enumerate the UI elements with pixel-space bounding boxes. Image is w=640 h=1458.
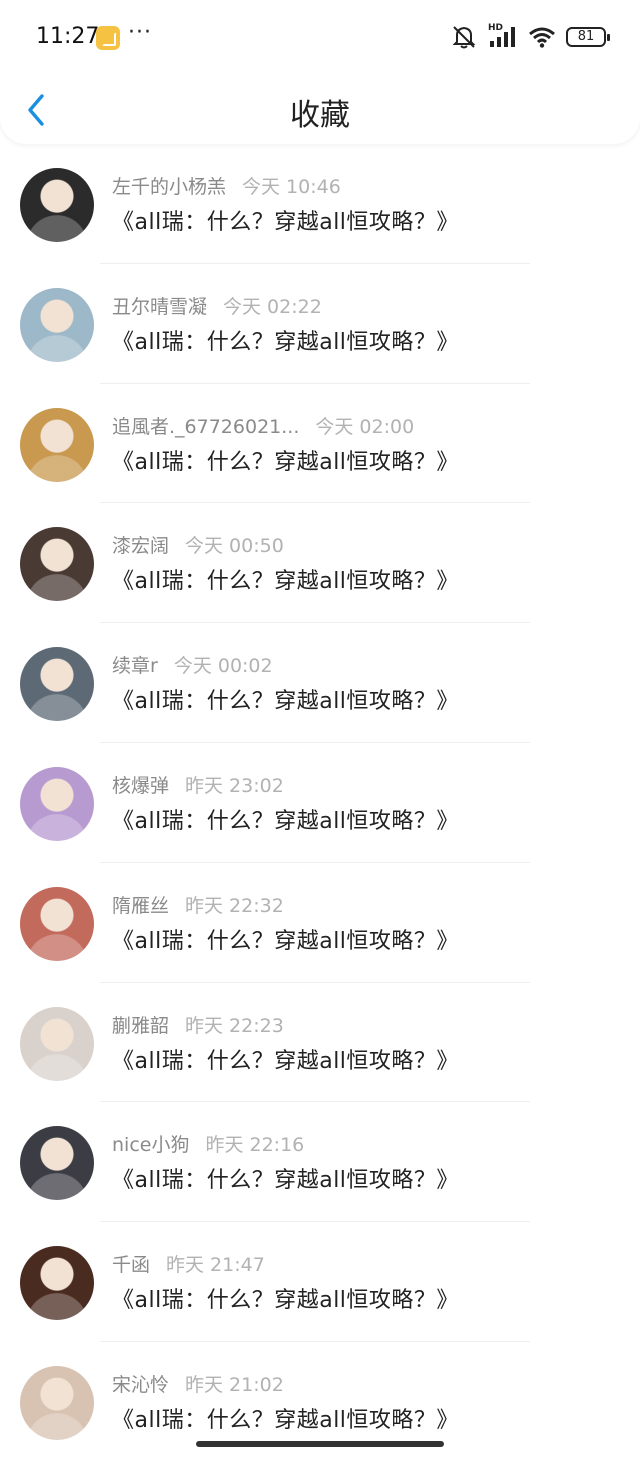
notification-app-icon xyxy=(96,26,120,50)
message-text: 《all瑞：什么？穿越all恒攻略？》 xyxy=(112,1048,459,1074)
favorites-list: 左千的小杨羔 今天 10:46 《all瑞：什么？穿越all恒攻略？》 丑尔晴雪凝 今天… xyxy=(0,144,640,1458)
avatar[interactable] xyxy=(20,766,94,841)
avatar[interactable] xyxy=(20,287,94,362)
battery-icon: 81 xyxy=(566,27,610,47)
timestamp: 今天 02:00 xyxy=(315,415,415,438)
list-item[interactable]: 左千的小杨羔 今天 10:46 《all瑞：什么？穿越all恒攻略？》 xyxy=(0,144,640,264)
sender-name: 蒯雅韶 昨天 22:23 xyxy=(112,1011,284,1038)
avatar[interactable] xyxy=(20,886,94,961)
wifi-icon xyxy=(529,27,555,48)
timestamp: 昨天 22:23 xyxy=(185,1014,284,1037)
more-notifications-icon: ··· xyxy=(128,20,152,45)
sender-name: 核爆弹 昨天 23:02 xyxy=(112,771,284,798)
avatar[interactable] xyxy=(20,1365,94,1440)
status-time: 11:27 xyxy=(36,24,100,49)
message-text: 《all瑞：什么？穿越all恒攻略？》 xyxy=(112,808,459,834)
message-text: 《all瑞：什么？穿越all恒攻略？》 xyxy=(112,210,459,235)
top-bar: 11:27 ··· HD 81 收藏 xyxy=(0,0,640,144)
avatar[interactable] xyxy=(20,168,94,242)
avatar[interactable] xyxy=(20,527,94,602)
timestamp: 今天 02:22 xyxy=(223,295,322,318)
message-text: 《all瑞：什么？穿越all恒攻略？》 xyxy=(112,689,459,715)
sender-name: 丑尔晴雪凝 今天 02:22 xyxy=(112,292,322,319)
sender-name: 宋沁怜 昨天 21:02 xyxy=(112,1370,284,1397)
status-icons: HD 81 xyxy=(450,23,610,50)
sender-name: 续章r 今天 00:02 xyxy=(112,651,273,678)
message-text: 《all瑞：什么？穿越all恒攻略？》 xyxy=(112,1288,459,1314)
list-item[interactable]: 隋雁丝 昨天 22:32 《all瑞：什么？穿越all恒攻略？》 xyxy=(0,863,640,983)
message-text: 《all瑞：什么？穿越all恒攻略？》 xyxy=(112,329,459,355)
list-item[interactable]: 千函 昨天 21:47 《all瑞：什么？穿越all恒攻略？》 xyxy=(0,1222,640,1342)
sender-name-text: 隋雁丝 xyxy=(112,894,170,917)
message-text: 《all瑞：什么？穿越all恒攻略？》 xyxy=(112,1407,459,1433)
sender-name-text: 核爆弹 xyxy=(112,774,170,797)
signal-icon: HD xyxy=(488,23,518,49)
list-item[interactable]: 丑尔晴雪凝 今天 02:22 《all瑞：什么？穿越all恒攻略？》 xyxy=(0,264,640,384)
message-text: 《all瑞：什么？穿越all恒攻略？》 xyxy=(112,928,459,954)
sender-name: 漆宏阔 今天 00:50 xyxy=(112,531,284,558)
mute-bell-icon xyxy=(452,26,476,49)
avatar[interactable] xyxy=(20,647,94,722)
sender-name: 追風者._67726021... 今天 02:00 xyxy=(112,412,414,439)
message-text: 《all瑞：什么？穿越all恒攻略？》 xyxy=(112,1168,459,1194)
timestamp: 今天 00:50 xyxy=(185,535,284,558)
sender-name-text: 蒯雅韶 xyxy=(112,1014,170,1037)
list-item[interactable]: 漆宏阔 今天 00:50 《all瑞：什么？穿越all恒攻略？》 xyxy=(0,503,640,624)
message-text: 《all瑞：什么？穿越all恒攻略？》 xyxy=(112,449,459,475)
avatar[interactable] xyxy=(20,407,94,482)
home-indicator[interactable] xyxy=(196,1441,444,1447)
list-item[interactable]: 追風者._67726021... 今天 02:00 《all瑞：什么？穿越all恒攻… xyxy=(0,384,640,504)
sender-name: 千函 昨天 21:47 xyxy=(112,1250,265,1277)
sender-name-text: 丑尔晴雪凝 xyxy=(112,295,208,318)
list-item[interactable]: 续章r 今天 00:02 《all瑞：什么？穿越all恒攻略？》 xyxy=(0,623,640,743)
timestamp: 今天 00:02 xyxy=(173,655,273,678)
timestamp: 昨天 22:16 xyxy=(205,1134,305,1157)
status-bar: 11:27 ··· HD 81 xyxy=(0,0,640,76)
sender-name-text: 宋沁怜 xyxy=(112,1373,170,1396)
sender-name-text: 左千的小杨羔 xyxy=(112,176,227,198)
avatar[interactable] xyxy=(20,1006,94,1081)
avatar[interactable] xyxy=(20,1246,94,1321)
sender-name: 左千的小杨羔 今天 10:46 xyxy=(112,172,341,199)
page-title: 收藏 xyxy=(290,98,350,133)
message-text: 《all瑞：什么？穿越all恒攻略？》 xyxy=(112,569,459,595)
timestamp: 昨天 21:02 xyxy=(185,1373,284,1396)
list-item[interactable]: 核爆弹 昨天 23:02 《all瑞：什么？穿越all恒攻略？》 xyxy=(0,743,640,863)
timestamp: 昨天 23:02 xyxy=(185,774,284,797)
list-item[interactable]: nice小狗 昨天 22:16 《all瑞：什么？穿越all恒攻略？》 xyxy=(0,1102,640,1223)
sender-name-text: 漆宏阔 xyxy=(112,535,170,558)
nav-bar: 收藏 xyxy=(0,76,640,144)
avatar[interactable] xyxy=(20,1126,94,1201)
sender-name-text: 追風者._67726021... xyxy=(112,415,300,438)
sender-name-text: nice小狗 xyxy=(112,1134,190,1157)
sender-name: 隋雁丝 昨天 22:32 xyxy=(112,891,284,918)
sender-name-text: 千函 xyxy=(112,1254,151,1277)
timestamp: 今天 10:46 xyxy=(242,176,341,198)
sender-name: nice小狗 昨天 22:16 xyxy=(112,1130,304,1157)
timestamp: 昨天 21:47 xyxy=(166,1254,265,1277)
timestamp: 昨天 22:32 xyxy=(185,894,284,917)
list-item[interactable]: 蒯雅韶 昨天 22:23 《all瑞：什么？穿越all恒攻略？》 xyxy=(0,983,640,1103)
sender-name-text: 续章r xyxy=(112,655,158,678)
